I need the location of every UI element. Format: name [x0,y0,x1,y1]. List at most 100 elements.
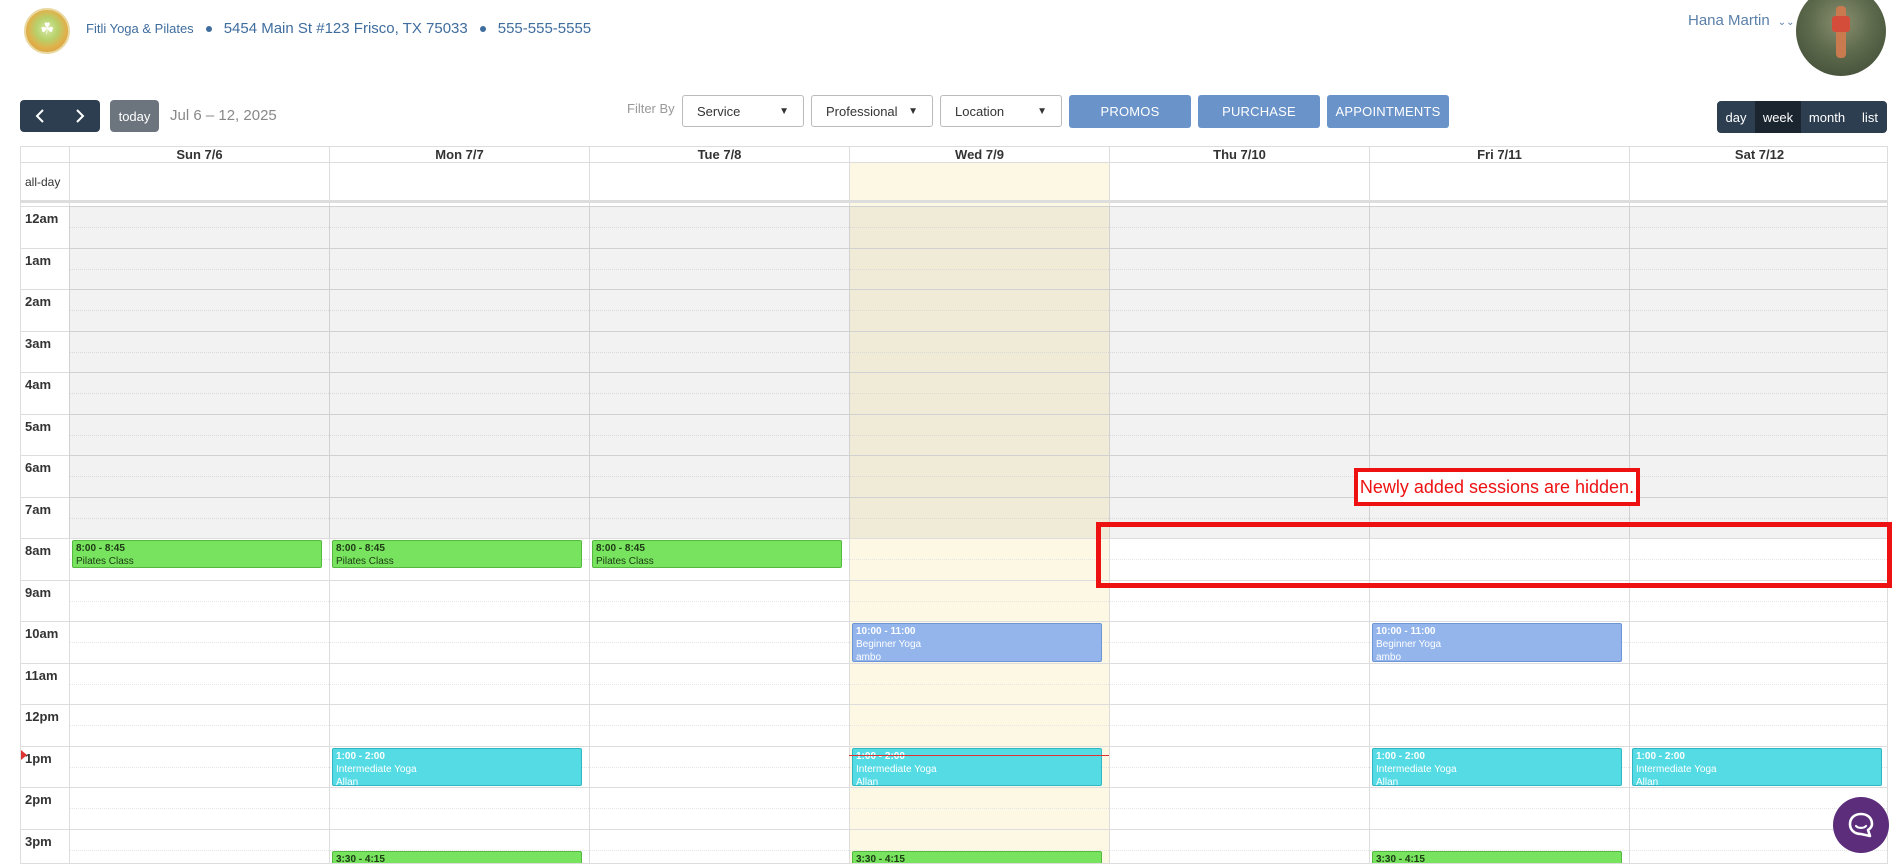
event-time: 1:00 - 2:00 [1376,750,1425,762]
calendar-event[interactable]: 10:00 - 11:00 Beginner Yoga ambo [1372,623,1622,662]
event-time: 1:00 - 2:00 [1636,750,1685,762]
hour-label: 1pm [25,750,52,766]
event-instructor: Allan [1376,776,1399,786]
event-title: Pilates Class [76,556,134,567]
hour-label: 3am [25,335,52,351]
business-name[interactable]: Fitli Yoga & Pilates [86,21,194,36]
day-header[interactable]: Sun 7/6 [69,147,329,163]
hour-row[interactable]: 11am [21,662,1887,705]
business-address: 5454 Main St #123 Frisco, TX 75033 [223,20,468,37]
hour-label: 10am [25,626,59,641]
event-time: 10:00 - 11:00 [856,626,916,637]
view-list-button[interactable]: list [1853,101,1887,133]
professional-select[interactable]: Professional ▼ [811,95,933,127]
event-instructor: ambo [856,652,882,662]
hour-label: 12pm [25,709,59,724]
hour-label: 8am [25,543,52,558]
filter-label: Filter By [627,101,675,116]
prev-week-button[interactable] [20,100,60,132]
calendar-event[interactable]: 8:00 - 8:45 Pilates Class [72,540,322,569]
location-select[interactable]: Location ▼ [940,95,1062,127]
day-header[interactable]: Fri 7/11 [1369,147,1629,163]
view-day-button[interactable]: day [1717,101,1755,133]
annotation-note: Newly added sessions are hidden. [1354,468,1640,506]
hour-label: 9am [25,584,52,600]
event-title: Intermediate Yoga [1636,763,1717,775]
business-logo[interactable]: ☘ [24,8,70,54]
chat-bubble-icon [1848,812,1874,838]
day-header[interactable]: Thu 7/10 [1109,147,1369,163]
chat-button[interactable] [1833,797,1889,853]
allday-row: all-day [21,163,1887,203]
day-header[interactable]: Tue 7/8 [589,147,849,163]
calendar-event[interactable]: 10:00 - 11:00 Beginner Yoga ambo [852,623,1102,662]
hour-label: 5am [25,418,52,434]
appointments-button[interactable]: APPOINTMENTS [1327,95,1449,128]
event-title: Pilates Class [336,556,394,567]
service-select-value: Service [697,103,741,119]
hour-label: 7am [25,501,52,517]
event-time: 3:30 - 4:15 [1376,854,1425,864]
business-phone: 555-555-5555 [497,20,592,37]
calendar-event[interactable]: 1:00 - 2:00 Intermediate Yoga Allan [1632,747,1882,786]
day-header[interactable]: Mon 7/7 [329,147,589,163]
event-time: 1:00 - 2:00 [856,750,905,762]
separator-dot [479,25,486,32]
date-range: Jul 6 – 12, 2025 [170,107,277,124]
week-nav [20,100,100,132]
hour-label: 6am [25,460,52,475]
purchase-button[interactable]: PURCHASE [1198,95,1320,128]
event-time: 8:00 - 8:45 [336,543,385,554]
calendar-event[interactable]: 1:00 - 2:00 Intermediate Yoga Allan [852,747,1102,786]
calendar-event[interactable]: 1:00 - 2:00 Intermediate Yoga Allan [332,747,582,786]
event-title: Beginner Yoga [856,639,922,650]
view-switcher: day week month list [1717,101,1887,133]
calendar-event[interactable]: 3:30 - 4:15 [1372,851,1622,864]
event-instructor: Allan [1636,776,1659,786]
hour-label: 12am [25,211,59,226]
hour-label: 11am [25,667,58,683]
event-title: Pilates Class [596,556,654,567]
lotus-icon: ☘ [40,21,55,38]
event-time: 8:00 - 8:45 [596,543,645,554]
today-button[interactable]: today [110,100,159,132]
user-name: Hana Martin [1688,12,1770,29]
next-week-button[interactable] [60,100,100,132]
calendar-event[interactable]: 3:30 - 4:15 [852,851,1102,863]
calendar-event[interactable]: 1:00 - 2:00 Intermediate Yoga Allan [1372,747,1622,786]
event-instructor: Allan [336,776,359,786]
allday-label: all-day [25,175,61,189]
calendar-event[interactable]: 8:00 - 8:45 Pilates Class [592,540,842,569]
event-instructor: ambo [1376,652,1402,662]
annotation-highlight-box [1096,522,1892,588]
chevron-left-icon [35,109,44,123]
location-select-value: Location [955,103,1005,119]
app-header: ☘ Fitli Yoga & Pilates 5454 Main St #123 … [0,0,1899,80]
service-select[interactable]: Service ▼ [682,95,804,127]
day-header[interactable]: Sat 7/12 [1629,147,1887,163]
event-time: 10:00 - 11:00 [1376,626,1436,637]
calendar-event[interactable]: 3:30 - 4:15 [332,851,582,863]
event-title: Intermediate Yoga [1376,763,1457,775]
calendar-event[interactable]: 8:00 - 8:45 Pilates Class [332,540,582,569]
promos-button[interactable]: PROMOS [1069,95,1191,128]
business-info: Fitli Yoga & Pilates 5454 Main St #123 Fr… [86,20,591,37]
day-header[interactable]: Wed 7/9 [849,147,1109,163]
hour-label: 1am [25,252,52,268]
event-title: Intermediate Yoga [336,763,417,775]
separator-dot [205,25,212,32]
day-header-row: Sun 7/6 Mon 7/7 Tue 7/8 Wed 7/9 Thu 7/10 Fri … [21,147,1887,163]
chevron-down-icon: ▼ [779,105,789,117]
hour-row[interactable]: 12pm [21,704,1887,746]
hour-row[interactable]: 2pm [21,787,1887,829]
avatar[interactable] [1796,0,1886,76]
hour-label: 4am [25,377,52,392]
hour-label: 2am [25,294,52,309]
user-menu[interactable]: Hana Martin ⌄⌄ [1688,12,1794,29]
view-week-button[interactable]: week [1755,101,1801,133]
chevron-down-icon: ▼ [1037,105,1047,117]
event-time: 8:00 - 8:45 [76,543,125,554]
chevron-double-down-icon: ⌄⌄ [1777,17,1795,28]
now-indicator-arrow [21,749,27,760]
view-month-button[interactable]: month [1801,101,1853,133]
